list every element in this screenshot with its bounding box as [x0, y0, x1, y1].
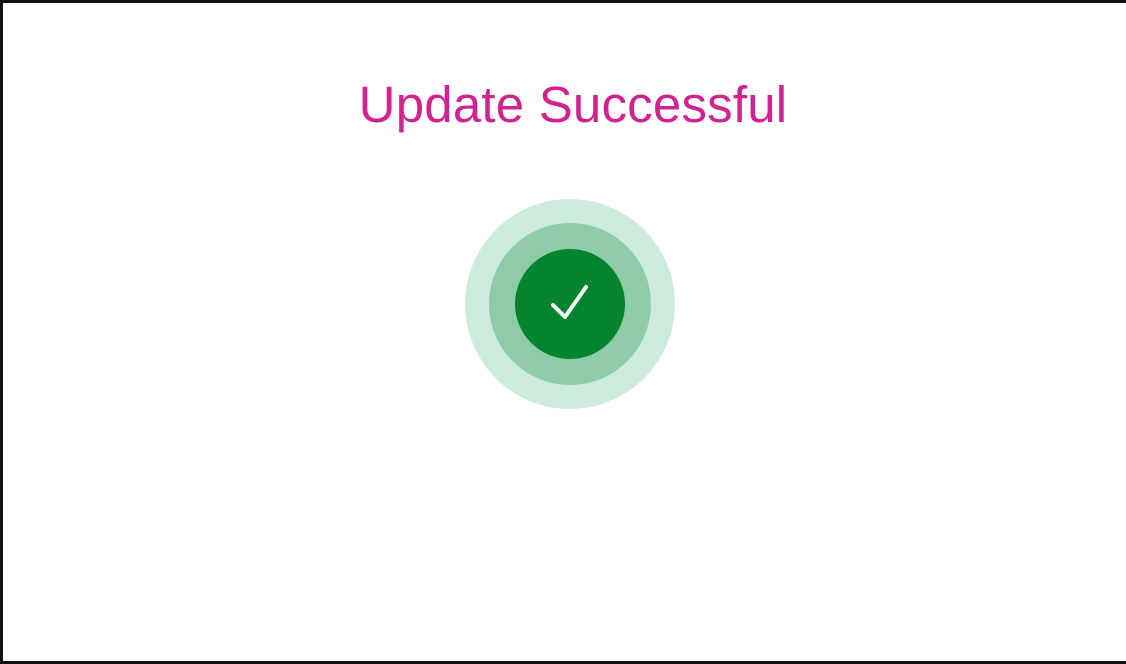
page-title: Update Successful — [358, 76, 788, 133]
update-success-dialog: Update Successful — [0, 0, 1126, 664]
success-status-icon — [465, 199, 675, 409]
check-icon — [515, 249, 625, 359]
